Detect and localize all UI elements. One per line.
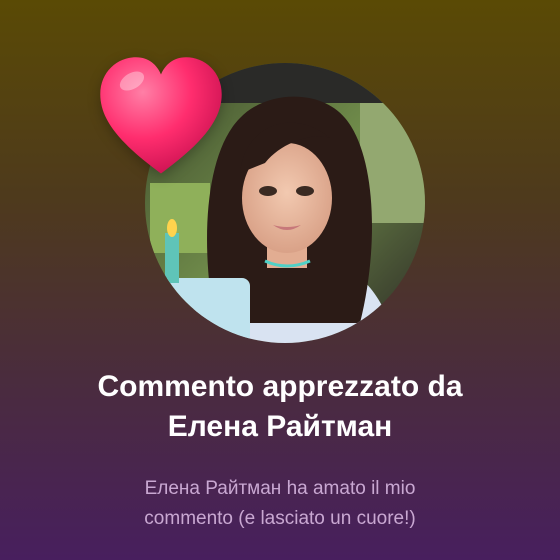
notification-title: Commento apprezzato da Елена Райтман (20, 367, 540, 447)
heart-icon (95, 52, 227, 184)
title-line-1: Commento apprezzato da (97, 370, 463, 403)
title-line-2: Елена Райтман (167, 410, 393, 443)
notification-message: Елена Райтман ha amato il mio commento (… (40, 474, 520, 534)
liked-comment-notification: Commento apprezzato da Елена Райтман Еле… (0, 0, 560, 560)
message-line-1: Елена Райтман ha amato il mio (144, 478, 416, 499)
message-line-2: commento (e lasciato un cuore!) (144, 508, 416, 529)
